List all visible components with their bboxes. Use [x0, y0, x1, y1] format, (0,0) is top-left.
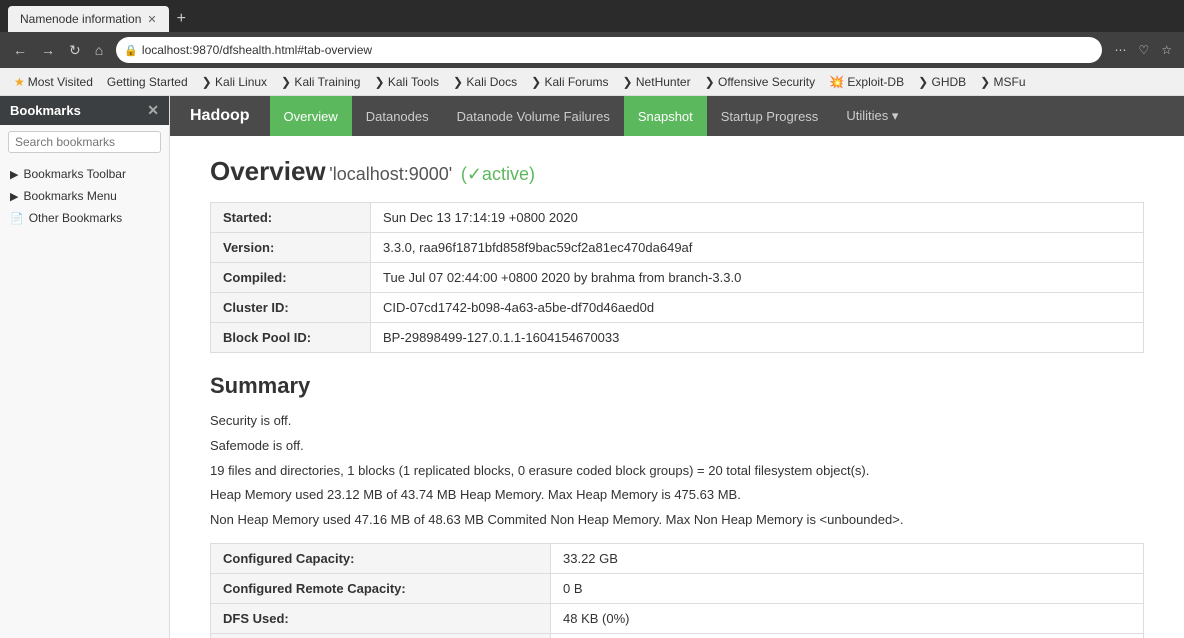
- summary-text-line: Safemode is off.: [210, 436, 1144, 457]
- info-value: Sun Dec 13 17:14:19 +0800 2020: [371, 203, 1144, 233]
- info-label: Cluster ID:: [211, 293, 371, 323]
- info-table: Started:Sun Dec 13 17:14:19 +0800 2020Ve…: [210, 202, 1144, 353]
- bookmark-kali-docs[interactable]: ❯ Kali Docs: [447, 73, 523, 91]
- main-layout: Bookmarks ✕ ▶ Bookmarks Toolbar ▶ Bookma…: [0, 96, 1184, 638]
- overview-heading: Overview 'localhost:9000' (✓active): [210, 156, 1144, 187]
- bookmark-getting-started[interactable]: Getting Started: [101, 73, 194, 91]
- info-value: Tue Jul 07 02:44:00 +0800 2020 by brahma…: [371, 263, 1144, 293]
- tab-bar: Namenode information ✕ +: [0, 0, 1184, 32]
- summary-text-line: 19 files and directories, 1 blocks (1 re…: [210, 461, 1144, 482]
- new-tab-button[interactable]: +: [169, 6, 194, 32]
- home-button[interactable]: ⌂: [90, 40, 108, 60]
- nav-item-startup-progress[interactable]: Startup Progress: [707, 96, 833, 136]
- nav-item-datanodes[interactable]: Datanodes: [352, 96, 443, 136]
- info-table-row: Started:Sun Dec 13 17:14:19 +0800 2020: [211, 203, 1144, 233]
- sidebar-title: Bookmarks: [10, 103, 81, 118]
- summary-table-row: Non DFS Used:29.2 GB: [211, 633, 1144, 638]
- sidebar-sections: ▶ Bookmarks Toolbar ▶ Bookmarks Menu 📄 O…: [0, 159, 169, 233]
- sidebar-item-bookmarks-toolbar[interactable]: ▶ Bookmarks Toolbar: [0, 163, 169, 185]
- nav-item-overview[interactable]: Overview: [270, 96, 352, 136]
- bookmark-nethunter[interactable]: ❯ NetHunter: [617, 73, 697, 91]
- chevron-right-icon-2: ▶: [10, 190, 18, 203]
- info-table-row: Version:3.3.0, raa96f1871bfd858f9bac59cf…: [211, 233, 1144, 263]
- chevron-right-icon: ▶: [10, 168, 18, 181]
- bookmark-msfu[interactable]: ❯ MSFu: [974, 73, 1031, 91]
- info-table-row: Cluster ID:CID-07cd1742-b098-4a63-a5be-d…: [211, 293, 1144, 323]
- bookmark-ghdb[interactable]: ❯ GHDB: [912, 73, 972, 91]
- info-value: 3.3.0, raa96f1871bfd858f9bac59cf2a81ec47…: [371, 233, 1144, 263]
- bookmark-kali-forums[interactable]: ❯ Kali Forums: [525, 73, 614, 91]
- sidebar-item-other-bookmarks[interactable]: 📄 Other Bookmarks: [0, 207, 169, 229]
- sidebar-search-input[interactable]: [8, 131, 161, 153]
- reload-button[interactable]: ↻: [64, 40, 86, 61]
- bookmark-kali-tools[interactable]: ❯ Kali Tools: [368, 73, 445, 91]
- summary-text-line: Non Heap Memory used 47.16 MB of 48.63 M…: [210, 510, 1144, 531]
- star-button[interactable]: ☆: [1157, 41, 1176, 59]
- overview-host: 'localhost:9000': [329, 164, 452, 184]
- info-table-row: Block Pool ID:BP-29898499-127.0.1.1-1604…: [211, 323, 1144, 353]
- sidebar-close-button[interactable]: ✕: [147, 102, 159, 119]
- info-value: BP-29898499-127.0.1.1-1604154670033: [371, 323, 1144, 353]
- info-label: Started:: [211, 203, 371, 233]
- summary-label: DFS Used:: [211, 603, 551, 633]
- summary-text-line: Security is off.: [210, 411, 1144, 432]
- summary-texts: Security is off. Safemode is off. 19 files…: [210, 411, 1144, 531]
- summary-table-row: Configured Remote Capacity:0 B: [211, 573, 1144, 603]
- folder-icon: 📄: [10, 212, 24, 225]
- summary-table-row: DFS Used:48 KB (0%): [211, 603, 1144, 633]
- summary-table: Configured Capacity:33.22 GBConfigured R…: [210, 543, 1144, 638]
- summary-text-line: Heap Memory used 23.12 MB of 43.74 MB He…: [210, 485, 1144, 506]
- star-icon: ★: [14, 75, 25, 89]
- info-label: Version:: [211, 233, 371, 263]
- back-button[interactable]: ←: [8, 40, 32, 60]
- info-label: Block Pool ID:: [211, 323, 371, 353]
- bookmarks-bar: ★Most Visited Getting Started ❯ Kali Lin…: [0, 68, 1184, 96]
- active-tab[interactable]: Namenode information ✕: [8, 6, 169, 32]
- extensions-button[interactable]: ⋯: [1110, 41, 1130, 59]
- summary-value: 0 B: [551, 573, 1144, 603]
- tab-close-button[interactable]: ✕: [147, 13, 156, 26]
- summary-label: Configured Remote Capacity:: [211, 573, 551, 603]
- nav-bar: ← → ↻ ⌂ 🔒 ⋯ ♡ ☆: [0, 32, 1184, 68]
- summary-label: Configured Capacity:: [211, 543, 551, 573]
- bookmark-kali-training[interactable]: ❯ Kali Training: [275, 73, 366, 91]
- summary-value: 29.2 GB: [551, 633, 1144, 638]
- info-label: Compiled:: [211, 263, 371, 293]
- nav-actions: ⋯ ♡ ☆: [1110, 41, 1176, 59]
- hadoop-title: Hadoop: [170, 96, 270, 136]
- address-bar-wrap: 🔒: [116, 37, 1102, 63]
- address-input[interactable]: [142, 43, 1095, 57]
- bookmark-button[interactable]: ♡: [1134, 41, 1153, 59]
- info-value: CID-07cd1742-b098-4a63-a5be-df70d46aed0d: [371, 293, 1144, 323]
- sidebar-search-wrap: [0, 125, 169, 159]
- bookmark-most-visited[interactable]: ★Most Visited: [8, 73, 99, 91]
- info-table-row: Compiled:Tue Jul 07 02:44:00 +0800 2020 …: [211, 263, 1144, 293]
- page-content: Overview 'localhost:9000' (✓active) Star…: [170, 136, 1184, 638]
- forward-button[interactable]: →: [36, 40, 60, 60]
- nav-item-datanode-volume-failures[interactable]: Datanode Volume Failures: [443, 96, 624, 136]
- summary-value: 48 KB (0%): [551, 603, 1144, 633]
- tab-title: Namenode information: [20, 12, 141, 26]
- nav-item-utilities[interactable]: Utilities ▾: [832, 96, 912, 136]
- nav-item-snapshot[interactable]: Snapshot: [624, 96, 707, 136]
- sidebar-item-bookmarks-menu[interactable]: ▶ Bookmarks Menu: [0, 185, 169, 207]
- page-title: Overview: [210, 156, 326, 186]
- bookmark-kali-linux[interactable]: ❯ Kali Linux: [196, 73, 273, 91]
- sidebar-header: Bookmarks ✕: [0, 96, 169, 125]
- summary-label: Non DFS Used:: [211, 633, 551, 638]
- hadoop-nav: Hadoop Overview Datanodes Datanode Volum…: [170, 96, 1184, 136]
- sidebar-item-label: Bookmarks Toolbar: [23, 167, 126, 181]
- security-icon: 🔒: [124, 44, 138, 57]
- summary-table-row: Configured Capacity:33.22 GB: [211, 543, 1144, 573]
- sidebar-item-label-2: Bookmarks Menu: [23, 189, 116, 203]
- summary-title: Summary: [210, 373, 1144, 399]
- active-badge: (✓active): [461, 164, 535, 184]
- sidebar: Bookmarks ✕ ▶ Bookmarks Toolbar ▶ Bookma…: [0, 96, 170, 638]
- bookmark-offensive-security[interactable]: ❯ Offensive Security: [699, 73, 822, 91]
- sidebar-item-label-3: Other Bookmarks: [29, 211, 122, 225]
- content-area: Hadoop Overview Datanodes Datanode Volum…: [170, 96, 1184, 638]
- bookmark-exploit-db[interactable]: 💥 Exploit-DB: [823, 73, 910, 91]
- summary-value: 33.22 GB: [551, 543, 1144, 573]
